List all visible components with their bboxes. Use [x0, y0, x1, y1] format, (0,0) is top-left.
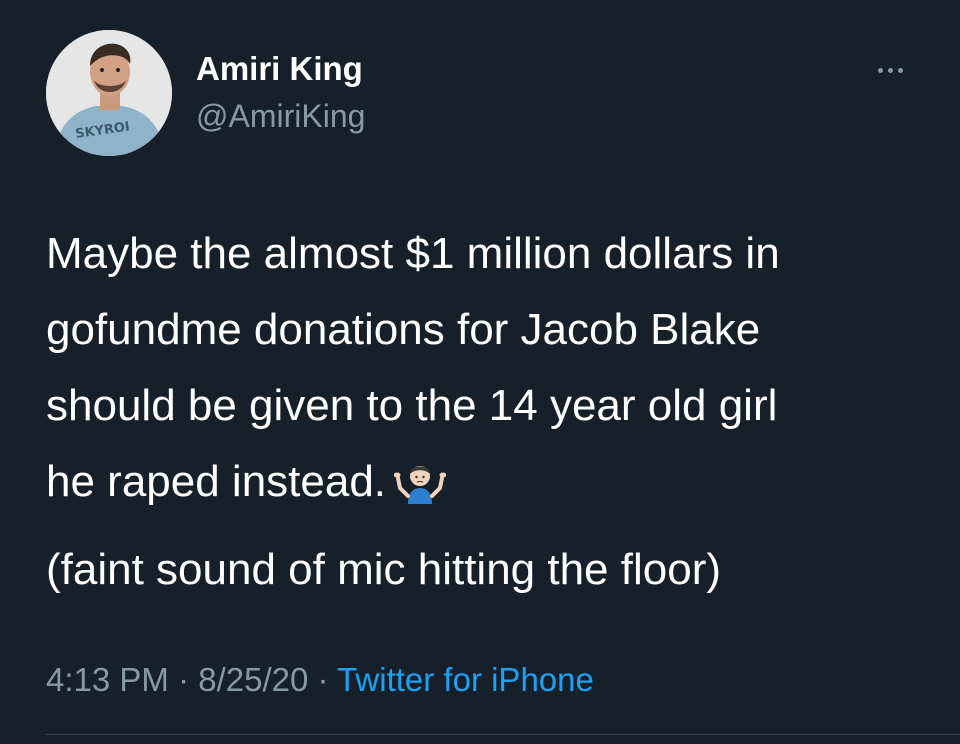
more-options-icon[interactable]: [868, 56, 912, 84]
author-display-name[interactable]: Amiri King: [196, 50, 363, 88]
more-dot: [887, 67, 893, 73]
tweet-date[interactable]: 8/25/20: [198, 661, 308, 698]
meta-separator: ·: [168, 661, 199, 698]
avatar-image: SKYROI: [46, 30, 172, 156]
tweet-card: SKYROI Amiri King @AmiriKing Maybe the a…: [0, 0, 960, 744]
tweet-line: gofundme donations for Jacob Blake: [46, 305, 761, 354]
tweet-time[interactable]: 4:13 PM: [46, 661, 169, 698]
more-dot: [877, 67, 883, 73]
more-dot: [897, 67, 903, 73]
tweet-metadata: 4:13 PM · 8/25/20 · Twitter for iPhone: [46, 660, 594, 700]
tweet-source-link[interactable]: Twitter for iPhone: [337, 661, 594, 698]
tweet-line: Maybe the almost $1 million dollars in: [46, 229, 780, 278]
avatar[interactable]: SKYROI: [46, 30, 172, 156]
person-shrugging-emoji: [394, 466, 447, 504]
author-handle[interactable]: @AmiriKing: [196, 97, 365, 135]
tweet-line: (faint sound of mic hitting the floor): [46, 545, 721, 594]
divider: [46, 734, 960, 735]
meta-separator: ·: [308, 661, 338, 698]
tweet-line: should be given to the 14 year old girl: [46, 381, 778, 430]
tweet-text: Maybe the almost $1 million dollars in g…: [46, 216, 926, 594]
tweet-line: he raped instead.: [46, 457, 387, 506]
tweet-line-with-emoji: he raped instead.: [46, 444, 926, 520]
